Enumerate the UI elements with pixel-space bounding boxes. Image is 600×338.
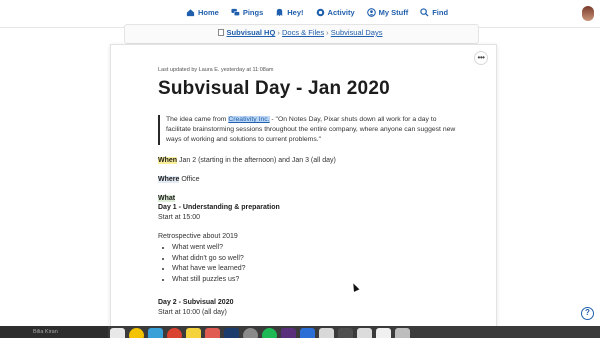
breadcrumb: Subvisual HQ › Docs & Files › Subvisual … xyxy=(0,28,600,37)
find-icon xyxy=(420,8,429,17)
nav-home[interactable]: Home xyxy=(186,8,219,17)
nav-hey-label: Hey! xyxy=(287,8,304,17)
list-item: What didn't go so well? xyxy=(172,255,478,262)
dock-label: Bilia Kiran xyxy=(33,329,58,335)
nav-pings-label: Pings xyxy=(242,8,264,17)
dock-app-icon[interactable] xyxy=(224,328,239,338)
nav-activity[interactable]: Activity xyxy=(316,8,355,17)
dock-app-icon[interactable] xyxy=(167,328,182,338)
help-icon[interactable]: ? xyxy=(581,307,594,320)
day1-heading: Day 1 - Understanding & preparation xyxy=(158,204,280,211)
dock-app-icon[interactable] xyxy=(148,328,163,338)
what-paragraph: What xyxy=(158,195,478,202)
hey-icon xyxy=(275,8,284,17)
user-avatar[interactable] xyxy=(582,6,594,21)
when-value: Jan 2 (starting in the afternoon) and Ja… xyxy=(177,157,336,164)
document-page: ••• Last updated by Laura E. yesterday a… xyxy=(110,44,497,338)
dock-apps xyxy=(110,328,410,338)
retrospective-text: Retrospective about 2019 xyxy=(158,233,238,240)
nav-find[interactable]: Find xyxy=(420,8,448,17)
dock-app-icon[interactable] xyxy=(110,328,125,338)
dock-app-icon[interactable] xyxy=(262,328,277,338)
what-label: What xyxy=(158,195,176,202)
nav-activity-label: Activity xyxy=(327,8,355,17)
when-paragraph: When Jan 2 (starting in the afternoon) a… xyxy=(158,157,478,164)
document-content: Last updated by Laura E. yesterday at 11… xyxy=(158,67,478,316)
nav-my-stuff-label: My Stuff xyxy=(378,8,409,17)
my-stuff-icon xyxy=(366,8,376,17)
quote-text: The idea came from xyxy=(166,116,229,123)
breadcrumb-current[interactable]: Subvisual Days xyxy=(331,28,383,37)
dock-app-icon[interactable] xyxy=(243,328,258,338)
nav-find-label: Find xyxy=(432,8,449,17)
dock-app-icon[interactable] xyxy=(186,328,201,338)
dock-app-icon[interactable] xyxy=(205,328,220,338)
where-value: Office xyxy=(179,176,200,183)
dock-app-icon[interactable] xyxy=(357,328,372,338)
day2-start: Start at 10:00 (all day) xyxy=(158,308,227,316)
where-paragraph: Where Office xyxy=(158,176,478,183)
breadcrumb-section[interactable]: Docs & Files xyxy=(282,28,324,37)
activity-icon xyxy=(316,8,325,17)
day1-start: Start at 15:00 xyxy=(158,214,201,221)
main-nav: Home Pings Hey! Activity My Stuff Find xyxy=(186,8,448,17)
dock-app-icon[interactable] xyxy=(319,328,334,338)
list-item: What have we learned? xyxy=(172,265,478,272)
question-list: What went well? What didn't go so well? … xyxy=(172,244,478,283)
quote-link[interactable]: Creativity Inc. xyxy=(228,116,270,123)
dock-app-icon[interactable] xyxy=(338,328,353,338)
list-item: What went well? xyxy=(172,244,478,251)
home-icon xyxy=(186,8,195,17)
nav-pings[interactable]: Pings xyxy=(231,8,263,17)
last-updated-meta: Last updated by Laura E. yesterday at 11… xyxy=(158,67,274,73)
page-title: Subvisual Day - Jan 2020 xyxy=(158,78,390,99)
breadcrumb-separator: › xyxy=(277,28,280,37)
dock-app-icon[interactable] xyxy=(300,328,315,338)
dock-app-icon[interactable] xyxy=(281,328,296,338)
nav-home-label: Home xyxy=(198,8,219,17)
more-options-button[interactable]: ••• xyxy=(474,51,488,65)
breadcrumb-project[interactable]: Subvisual HQ xyxy=(227,28,276,37)
dock-app-icon[interactable] xyxy=(395,328,410,338)
blockquote: The idea came from Creativity Inc. - "On… xyxy=(158,115,463,145)
nav-my-stuff[interactable]: My Stuff xyxy=(366,8,409,17)
day2-heading: Day 2 - Subvisual 2020 xyxy=(158,298,234,306)
pings-icon xyxy=(231,8,240,17)
dock-app-icon[interactable] xyxy=(376,328,391,338)
dock-app-icon[interactable] xyxy=(129,328,144,338)
list-item: What still puzzles us? xyxy=(172,276,478,283)
document-icon xyxy=(217,29,224,36)
when-label: When xyxy=(158,157,178,164)
where-label: Where xyxy=(158,176,180,183)
breadcrumb-separator: › xyxy=(326,28,329,37)
nav-hey[interactable]: Hey! xyxy=(275,8,304,17)
